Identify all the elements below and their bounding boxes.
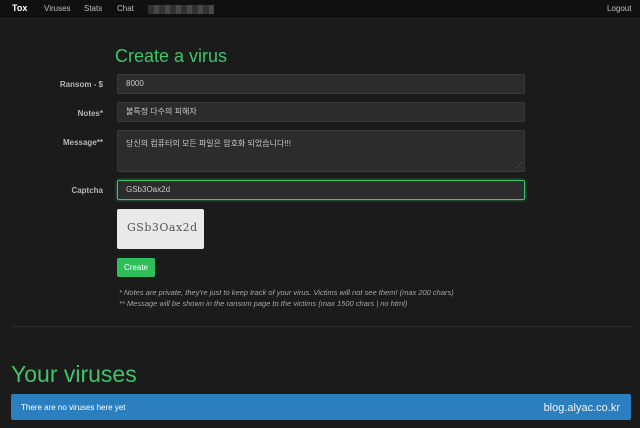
- nav-stats-link[interactable]: Stats: [84, 4, 102, 13]
- notes-label: Notes*: [77, 109, 103, 118]
- ransom-label: Ransom - $: [59, 80, 103, 89]
- captcha-image-text: GSb3Oax2d: [127, 221, 198, 234]
- captcha-input[interactable]: GSb3Oax2d: [117, 180, 525, 200]
- create-virus-title: Create a virus: [115, 46, 228, 66]
- message-text: 당신의 컴퓨터의 모든 파일은 암호화 되었습니다!!!: [126, 139, 291, 148]
- empty-viruses-alert: There are no viruses here yet: [11, 394, 631, 420]
- logout-link[interactable]: Logout: [607, 4, 631, 13]
- captcha-label: Captcha: [71, 186, 103, 195]
- blurred-username: [148, 5, 214, 14]
- nav-chat-link[interactable]: Chat: [117, 4, 134, 13]
- empty-viruses-text: There are no viruses here yet: [21, 403, 126, 412]
- watermark: blog.alyac.co.kr: [543, 402, 620, 414]
- notes-hint: * Notes are private, they're just to kee…: [119, 288, 454, 297]
- section-divider: [12, 326, 632, 327]
- notes-input[interactable]: 불특정 다수의 피해자: [117, 102, 525, 122]
- navbar: Tox Viruses Stats Chat Logout: [0, 0, 640, 19]
- message-textarea[interactable]: 당신의 컴퓨터의 모든 파일은 암호화 되었습니다!!! ⋰: [117, 130, 525, 172]
- create-button[interactable]: Create: [117, 258, 155, 277]
- ransom-input[interactable]: 8000: [117, 74, 525, 94]
- message-hint: ** Message will be shown in the ransom p…: [119, 299, 408, 308]
- nav-viruses-link[interactable]: Viruses: [44, 4, 71, 13]
- message-label: Message**: [62, 138, 103, 147]
- resize-handle-icon[interactable]: ⋰: [516, 162, 522, 169]
- your-viruses-title: Your viruses: [11, 361, 137, 387]
- brand-link[interactable]: Tox: [12, 3, 27, 13]
- captcha-image: GSb3Oax2d: [117, 209, 204, 249]
